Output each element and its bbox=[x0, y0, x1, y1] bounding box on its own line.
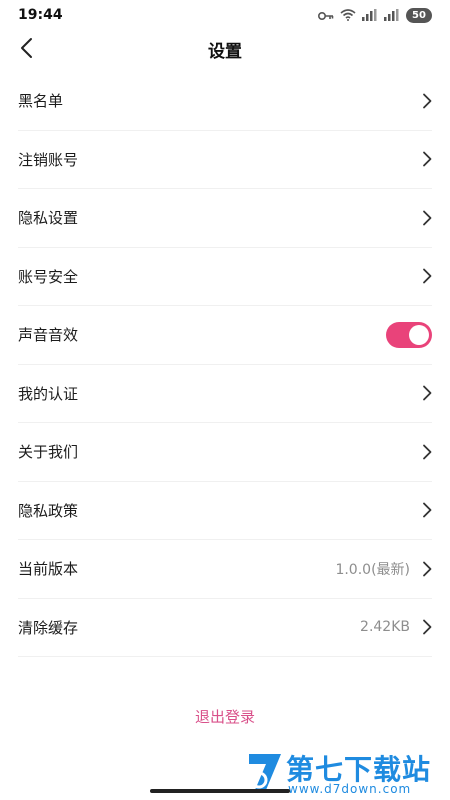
settings-item-blacklist[interactable]: 黑名单 bbox=[18, 72, 432, 131]
watermark-logo-icon bbox=[246, 750, 284, 792]
logout-button[interactable]: 退出登录 bbox=[0, 706, 450, 727]
settings-item-account-security[interactable]: 账号安全 bbox=[18, 248, 432, 306]
settings-item-my-verification[interactable]: 我的认证 bbox=[18, 365, 432, 423]
wifi-icon bbox=[340, 6, 356, 25]
status-icons: 50 bbox=[317, 6, 432, 25]
settings-item-label: 注销账号 bbox=[18, 150, 79, 169]
settings-item-delete-account[interactable]: 注销账号 bbox=[18, 131, 432, 189]
status-bar: 19:44 50 bbox=[0, 0, 450, 30]
settings-item-label: 清除缓存 bbox=[18, 618, 79, 637]
chevron-right-icon bbox=[418, 443, 432, 461]
toggle-knob bbox=[409, 324, 429, 345]
chevron-right-icon bbox=[418, 618, 432, 636]
status-time: 19:44 bbox=[18, 7, 63, 23]
settings-item-current-version[interactable]: 当前版本 1.0.0(最新) bbox=[18, 540, 432, 599]
chevron-right-icon bbox=[418, 501, 432, 519]
version-value: 1.0.0(最新) bbox=[335, 561, 410, 578]
settings-item-clear-cache[interactable]: 清除缓存 2.42KB bbox=[18, 599, 432, 657]
battery-indicator: 50 bbox=[406, 7, 432, 23]
page-title: 设置 bbox=[208, 42, 242, 62]
settings-item-privacy-policy[interactable]: 隐私政策 bbox=[18, 482, 432, 540]
settings-item-label: 隐私政策 bbox=[18, 501, 79, 520]
settings-item-about-us[interactable]: 关于我们 bbox=[18, 423, 432, 482]
settings-item-label: 当前版本 bbox=[18, 560, 79, 579]
chevron-right-icon bbox=[418, 92, 432, 110]
settings-item-label: 黑名单 bbox=[18, 92, 64, 111]
settings-item-label: 隐私设置 bbox=[18, 209, 79, 228]
settings-item-label: 声音音效 bbox=[18, 326, 79, 345]
chevron-right-icon bbox=[418, 560, 432, 578]
chevron-right-icon bbox=[418, 267, 432, 285]
nav-bar: 设置 bbox=[0, 30, 450, 70]
watermark-url: www.d7down.com bbox=[288, 782, 412, 796]
settings-item-label: 我的认证 bbox=[18, 384, 79, 403]
settings-item-sound-effects: 声音音效 bbox=[18, 306, 432, 365]
home-indicator bbox=[150, 789, 290, 793]
chevron-right-icon bbox=[418, 384, 432, 402]
signal-icon bbox=[384, 6, 400, 25]
chevron-right-icon bbox=[418, 150, 432, 168]
key-icon bbox=[317, 6, 334, 25]
chevron-right-icon bbox=[418, 209, 432, 227]
cache-size-value: 2.42KB bbox=[360, 619, 410, 636]
settings-item-label: 关于我们 bbox=[18, 443, 79, 462]
settings-item-privacy-settings[interactable]: 隐私设置 bbox=[18, 189, 432, 248]
sound-toggle[interactable] bbox=[386, 321, 432, 348]
settings-item-label: 账号安全 bbox=[18, 267, 79, 286]
signal-icon bbox=[362, 6, 378, 25]
settings-list: 黑名单 注销账号 隐私设置 账号安全 声音音效 我的认证 关于我们 隐私政策 当… bbox=[18, 72, 432, 657]
